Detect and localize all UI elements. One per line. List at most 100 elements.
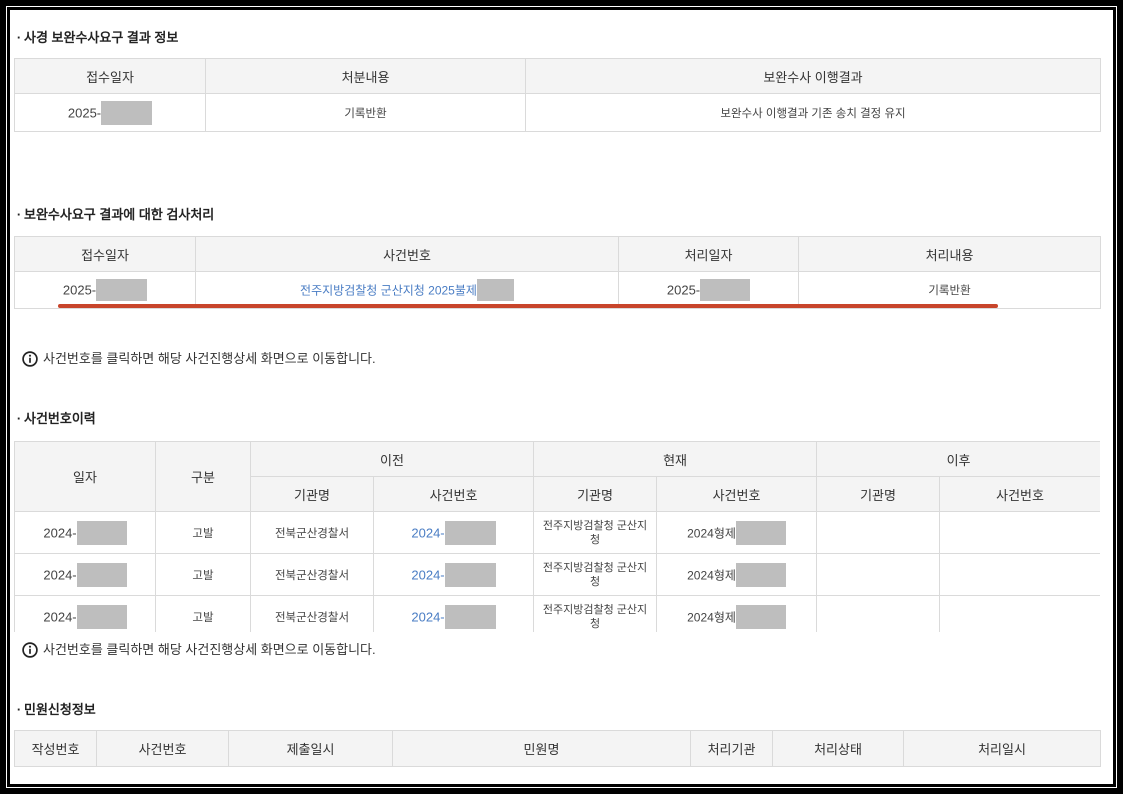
previous-case-number-link[interactable]: 2024- [411,609,444,624]
cell-current-case-number: 2024형제 [656,553,818,596]
notice-text: 사건번호를 클릭하면 해당 사건진행상세 화면으로 이동합니다. [43,642,376,657]
case-number-click-notice: 사건번호를 클릭하면 해당 사건진행상세 화면으로 이동합니다. [22,642,376,658]
cell-current-agency: 전주지방검찰청 군산지청 [533,595,658,632]
cell-previous-case-number: 2024- [372,553,535,596]
table-row: 2025- 기록반환 보완수사 이행결과 기존 송치 결정 유지 [14,93,1101,132]
notice-text: 사건번호를 클릭하면 해당 사건진행상세 화면으로 이동합니다. [43,351,376,366]
header-case-number: 사건번호 [195,236,619,272]
result-info-table: 접수일자 처분내용 보완수사 이행결과 2025- 기록반환 보완수사 이행결과… [14,58,1101,132]
section-title-case-history: 사건번호이력 [14,411,96,427]
cell-next-case-number [939,595,1100,632]
current-case-number-text: 2024형제 [687,610,736,624]
cell-current-agency: 전주지방검찰청 군산지청 [533,511,658,554]
cell-previous-agency: 전북군산경찰서 [250,595,374,632]
case-number-link[interactable]: 전주지방검찰청 군산지청 2025불제 [300,284,477,298]
cell-previous-agency: 전북군산경찰서 [250,511,374,554]
header-disposition: 처분내용 [205,58,526,94]
header-status: 처리상태 [772,730,904,767]
header-case-number: 사건번호 [96,730,229,767]
table-header-row: 접수일자 처분내용 보완수사 이행결과 [14,58,1101,94]
table-header-row: 작성번호 사건번호 제출일시 민원명 처리기관 처리상태 처리일시 [14,730,1101,767]
redacted-block [444,520,496,545]
cell-previous-case-number: 2024- [372,511,535,554]
header-submitted-at: 제출일시 [228,730,393,767]
cell-case-number: 전주지방검찰청 군산지청 2025불제 [195,271,619,309]
cell-result: 보완수사 이행결과 기존 송치 결정 유지 [525,93,1101,132]
redacted-block [101,100,153,125]
header-previous-agency: 기관명 [250,476,374,512]
cell-processing: 기록반환 [798,271,1101,309]
cell-previous-case-number: 2024- [372,595,535,632]
redacted-block [700,279,751,301]
cell-next-case-number [939,553,1100,596]
redacted-block [444,562,496,587]
redacted-block [76,562,127,587]
date-text: 2024- [43,609,77,624]
cell-previous-agency: 전북군산경찰서 [250,553,374,596]
redacted-block [735,604,786,629]
table-row: 2024- 고발 전북군산경찰서 2024- 전주지방검찰청 군산지청 2024… [14,595,1100,632]
cell-current-agency: 전주지방검찰청 군산지청 [533,553,658,596]
highlight-underline [58,304,998,308]
header-previous: 이전 [249,441,535,477]
cell-next-agency [816,595,941,632]
redacted-block [96,279,148,301]
header-next-case-number: 사건번호 [939,476,1100,512]
current-case-number-text: 2024형제 [687,568,736,582]
cell-date: 2024- [14,595,156,632]
cell-received-date: 2025- [14,93,206,132]
complaint-info-table: 작성번호 사건번호 제출일시 민원명 처리기관 처리상태 처리일시 [14,730,1101,767]
table-header-row: 접수일자 사건번호 처리일자 처리내용 [14,236,1101,272]
redacted-block [444,604,496,629]
section-title-complaint-info: 민원신청정보 [14,702,96,718]
header-date: 일자 [14,441,156,512]
section-title-result-info: 사경 보완수사요구 결과 정보 [14,30,178,46]
header-result: 보완수사 이행결과 [525,58,1101,94]
header-received-date: 접수일자 [14,236,196,272]
header-next: 이후 [816,441,1100,477]
previous-case-number-link[interactable]: 2024- [411,567,444,582]
header-handling-agency: 처리기관 [690,730,773,767]
cell-date: 2024- [14,553,156,596]
table-row: 2025- 전주지방검찰청 군산지청 2025불제 2025- 기록반환 [14,271,1101,309]
header-type: 구분 [155,441,251,512]
redacted-block [76,520,127,545]
header-current: 현재 [533,441,818,477]
cell-current-case-number: 2024형제 [656,595,818,632]
header-next-agency: 기관명 [816,476,941,512]
table-header-row: 일자 구분 이전 현재 이후 [14,441,1100,512]
header-complaint-name: 민원명 [392,730,691,767]
received-date-text: 2025- [67,105,102,120]
cell-disposition: 기록반환 [205,93,526,132]
redacted-block [735,562,786,587]
redacted-block [735,520,786,545]
table-row: 2024- 고발 전북군산경찰서 2024- 전주지방검찰청 군산지청 2024… [14,511,1100,554]
section-title-prosecutor-processing: 보완수사요구 결과에 대한 검사처리 [14,207,214,223]
case-number-click-notice: 사건번호를 클릭하면 해당 사건진행상세 화면으로 이동합니다. [22,351,376,367]
cell-received-date: 2025- [14,271,196,309]
cell-next-agency [816,511,941,554]
current-case-number-text: 2024형제 [687,526,736,540]
case-history-table: 일자 구분 이전 현재 이후 기관명 사건번호 기관명 사건번호 기관명 사건번… [14,441,1100,632]
header-current-agency: 기관명 [533,476,658,512]
header-current-case-number: 사건번호 [656,476,818,512]
previous-case-number-link[interactable]: 2024- [411,525,444,540]
prosecutor-processing-table: 접수일자 사건번호 처리일자 처리내용 2025- 전주지방검찰청 군산지청 2… [14,236,1101,309]
cell-next-case-number [939,511,1100,554]
header-processed-date: 처리일자 [618,236,799,272]
header-received-date: 접수일자 [14,58,206,94]
case-history-scroll-area[interactable]: 일자 구분 이전 현재 이후 기관명 사건번호 기관명 사건번호 기관명 사건번… [14,441,1100,632]
date-text: 2024- [43,567,77,582]
header-processed-at: 처리일시 [903,730,1101,767]
received-date-text: 2025- [62,282,97,298]
cell-type: 고발 [155,511,251,554]
redacted-block [476,279,514,301]
table-row: 2024- 고발 전북군산경찰서 2024- 전주지방검찰청 군산지청 2024… [14,553,1100,596]
header-previous-case-number: 사건번호 [372,476,535,512]
cell-current-case-number: 2024형제 [656,511,818,554]
info-icon [22,351,38,367]
cell-next-agency [816,553,941,596]
cell-date: 2024- [14,511,156,554]
cell-type: 고발 [155,553,251,596]
date-text: 2024- [43,525,77,540]
